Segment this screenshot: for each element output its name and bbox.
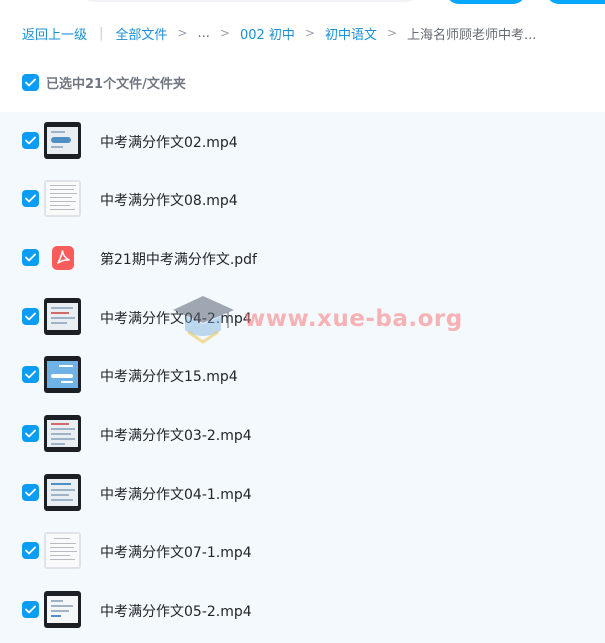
file-name[interactable]: 中考满分作文05-2.mp4 (100, 601, 252, 621)
check-icon (25, 253, 36, 262)
file-row[interactable]: 中考满分作文04-2.mp4 (0, 288, 605, 346)
file-browser: 返回上一级 | 全部文件 > ... > 002 初中 > 初中语文 > 上海名… (0, 0, 605, 643)
check-icon (25, 488, 36, 497)
file-row[interactable]: 中考满分作文04-1.mp4 (0, 464, 605, 522)
video-thumbnail (44, 356, 81, 393)
file-name[interactable]: 中考满分作文04-1.mp4 (100, 484, 252, 504)
file-row[interactable]: 中考满分作文03-2.mp4 (0, 405, 605, 463)
row-checkbox[interactable] (22, 132, 39, 149)
toolbar-button[interactable] (446, 0, 526, 4)
back-link[interactable]: 返回上一级 (22, 24, 87, 43)
check-icon (25, 429, 36, 438)
video-thumbnail (44, 591, 81, 628)
breadcrumb-current-folder: 上海名师顾老师中考... (407, 27, 537, 43)
file-name[interactable]: 中考满分作文02.mp4 (100, 132, 238, 152)
file-name[interactable]: 中考满分作文07-1.mp4 (100, 542, 252, 562)
check-icon (25, 78, 36, 86)
check-icon (25, 605, 36, 614)
video-thumbnail (44, 180, 81, 217)
video-thumbnail (44, 298, 81, 335)
row-checkbox[interactable] (22, 308, 39, 325)
breadcrumb-item-chinese[interactable]: 初中语文 (325, 24, 377, 43)
file-row[interactable]: 中考满分作文07-1.mp4 (0, 522, 605, 580)
row-checkbox[interactable] (22, 190, 39, 207)
row-checkbox[interactable] (22, 601, 39, 618)
divider: | (99, 25, 104, 41)
row-checkbox[interactable] (22, 425, 39, 442)
file-name[interactable]: 中考满分作文08.mp4 (100, 190, 238, 210)
search-input[interactable] (80, 0, 420, 2)
video-thumbnail (44, 415, 81, 452)
row-checkbox[interactable] (22, 484, 39, 501)
check-icon (25, 312, 36, 321)
pdf-file-icon (52, 246, 74, 270)
selection-count: 已选中21个文件/文件夹 (46, 76, 186, 92)
breadcrumb: 返回上一级 | 全部文件 > ... > 002 初中 > 初中语文 > 上海名… (22, 22, 536, 44)
chevron-right-icon: > (219, 26, 230, 40)
file-row[interactable]: 第21期中考满分作文.pdf (0, 229, 605, 287)
file-list: 中考满分作文02.mp4 中考满分作文08.mp4 第21期中考满分作文.pdf (0, 112, 605, 643)
check-icon (25, 370, 36, 379)
video-thumbnail (44, 474, 81, 511)
file-row[interactable]: 中考满分作文02.mp4 (0, 112, 605, 170)
file-row[interactable]: 中考满分作文05-2.mp4 (0, 581, 605, 639)
row-checkbox[interactable] (22, 366, 39, 383)
chevron-right-icon: > (386, 26, 398, 40)
select-all: 已选中21个文件/文件夹 (22, 72, 186, 92)
file-name[interactable]: 中考满分作文15.mp4 (100, 366, 238, 386)
video-thumbnail (44, 122, 81, 159)
chevron-right-icon: > (177, 26, 188, 40)
select-all-checkbox[interactable] (22, 73, 39, 91)
check-icon (25, 194, 36, 203)
check-icon (25, 136, 36, 145)
row-checkbox[interactable] (22, 542, 39, 559)
file-row[interactable]: 中考满分作文08.mp4 (0, 170, 605, 228)
breadcrumb-item-ellipsis[interactable]: ... (197, 26, 209, 41)
row-checkbox[interactable] (22, 249, 39, 266)
file-name[interactable]: 中考满分作文04-2.mp4 (100, 308, 252, 328)
check-icon (25, 546, 36, 555)
file-name[interactable]: 中考满分作文03-2.mp4 (100, 425, 252, 445)
chevron-right-icon: > (304, 26, 315, 40)
file-row[interactable]: 中考满分作文15.mp4 (0, 346, 605, 404)
video-thumbnail (44, 532, 81, 569)
breadcrumb-item-all-files[interactable]: 全部文件 (115, 24, 167, 43)
breadcrumb-item-junior-high[interactable]: 002 初中 (240, 24, 295, 43)
toolbar-button[interactable] (546, 0, 605, 4)
file-name[interactable]: 第21期中考满分作文.pdf (100, 249, 257, 269)
